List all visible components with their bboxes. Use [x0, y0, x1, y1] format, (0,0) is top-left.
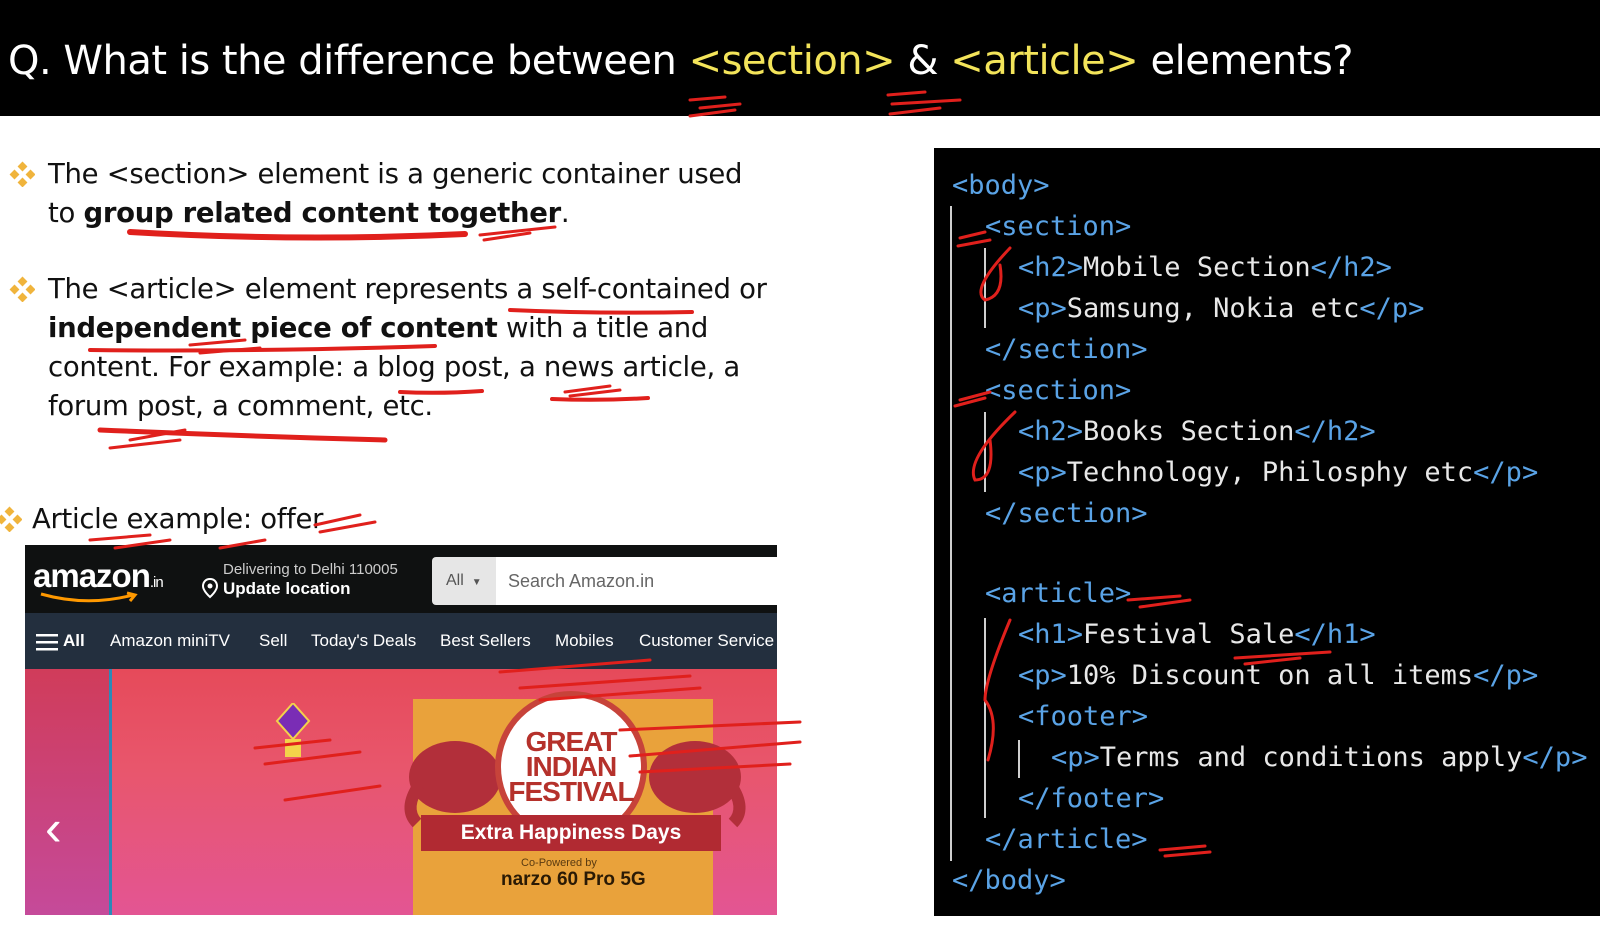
indent-guide: [984, 618, 986, 818]
bullet-section-prefix: to: [48, 197, 84, 229]
indent-guide: [950, 206, 952, 861]
code-line: <h2>Mobile Section</h2>: [1018, 252, 1392, 283]
update-location-link[interactable]: Update location: [223, 579, 351, 599]
indent-guide: [1018, 740, 1020, 778]
code-line: </section>: [985, 334, 1148, 365]
code-line: <p>Terms and conditions apply</p>: [1051, 742, 1588, 773]
code-line: <p>Samsung, Nokia etc</p>: [1018, 293, 1425, 324]
banner-prev-panel: [25, 669, 112, 915]
code-line: </section>: [985, 498, 1148, 529]
amazon-logo: amazon.in: [33, 557, 164, 595]
diamond-bullet-icon: [9, 161, 35, 187]
indent-guide: [984, 412, 986, 492]
bullet-section-line2: to group related content together.: [48, 194, 742, 233]
festival-title: GREAT INDIAN FESTIVAL: [508, 726, 634, 807]
code-line: </footer>: [1018, 783, 1165, 814]
code-line: <h1>Festival Sale</h1>: [1018, 619, 1376, 650]
slide-title: Q. What is the difference between <secti…: [8, 38, 1354, 84]
elephant-right-icon: [649, 741, 746, 828]
slide-header: Q. What is the difference between <secti…: [0, 0, 1600, 116]
search-category-value: All: [446, 572, 464, 589]
bullet-article: The <article> element represents a self-…: [48, 270, 767, 426]
code-line: <p>Technology, Philosphy etc</p>: [1018, 457, 1539, 488]
chevron-down-icon: ▼: [471, 577, 482, 588]
location-pin-icon: [201, 577, 219, 599]
search-category-select[interactable]: All ▼: [432, 557, 496, 605]
chevron-left-icon[interactable]: ‹: [45, 799, 62, 857]
bullet-article-line3: content. For example: a blog post, a new…: [48, 351, 740, 383]
code-line: <h2>Books Section</h2>: [1018, 416, 1376, 447]
code-line: </body>: [952, 865, 1066, 896]
elephant-left-icon: [404, 741, 501, 828]
search-input[interactable]: Search Amazon.in: [496, 557, 777, 605]
co-powered-label: Co-Powered by: [521, 857, 597, 869]
bullet-section-end: .: [560, 197, 570, 229]
nav-amazon-minitv[interactable]: Amazon miniTV: [110, 631, 230, 651]
annotation-mark: [313, 513, 377, 534]
code-line: <p>10% Discount on all items</p>: [1018, 660, 1539, 691]
nav-todays-deals[interactable]: Today's Deals: [311, 631, 416, 651]
bullet-article-line2-rest: with a title and: [497, 312, 709, 344]
bullet-article-line4: forum post, a comment, etc.: [48, 390, 433, 422]
code-line: <article>: [985, 578, 1132, 609]
amazon-nav: All Amazon miniTV Sell Today's Deals Bes…: [25, 613, 777, 669]
code-panel: <body> <section> <h2>Mobile Section</h2>…: [934, 148, 1600, 916]
nav-sell[interactable]: Sell: [259, 631, 287, 651]
annotation-mark: [108, 428, 187, 450]
code-line: </article>: [985, 824, 1148, 855]
code-line: <body>: [952, 170, 1050, 201]
bullet-section-line1: The <section> element is a generic conta…: [48, 158, 743, 190]
sponsor-label: narzo 60 Pro 5G: [501, 869, 646, 890]
nav-customer-service[interactable]: Customer Service: [639, 631, 774, 651]
nav-all[interactable]: All: [63, 631, 85, 651]
bullet-article-line1: The <article> element represents a self-…: [48, 273, 767, 305]
delivery-location-text: Delivering to Delhi 110005: [223, 561, 398, 578]
bullet-article-line2: independent piece of content with a titl…: [48, 309, 767, 348]
annotation-underline: [97, 427, 388, 443]
diamond-bullet-icon: [0, 506, 22, 532]
bullet-section-bold: group related content together: [83, 197, 561, 229]
bullet-article-bold: independent piece of content: [48, 312, 498, 344]
bullet-article-example: Article example: offer: [32, 503, 324, 535]
code-line: <section>: [985, 375, 1132, 406]
code-line: <footer>: [1018, 701, 1149, 732]
code-line: <section>: [985, 211, 1132, 242]
festival-banner[interactable]: ‹ GREAT INDIAN FESTIVAL Extra Happiness …: [25, 669, 777, 915]
amazon-screenshot: amazon.in Delivering to Delhi 110005 Upd…: [25, 545, 777, 915]
title-section-tag: <section>: [688, 38, 896, 84]
indent-guide: [984, 248, 986, 328]
amazon-logo-text: amazon: [33, 557, 151, 594]
amazon-header: amazon.in Delivering to Delhi 110005 Upd…: [25, 545, 777, 613]
festival-ribbon: Extra Happiness Days: [421, 815, 721, 851]
title-end: elements?: [1138, 38, 1354, 84]
title-text: Q. What is the difference between: [8, 38, 689, 84]
amazon-logo-suffix: .in: [149, 574, 164, 591]
lantern-icon: [275, 703, 311, 757]
nav-best-sellers[interactable]: Best Sellers: [440, 631, 531, 651]
amazon-smile-icon: [40, 591, 138, 603]
title-amp: &: [895, 38, 951, 84]
diamond-bullet-icon: [9, 276, 35, 302]
nav-mobiles[interactable]: Mobiles: [555, 631, 614, 651]
hamburger-menu-icon[interactable]: [36, 633, 58, 651]
bullet-section: The <section> element is a generic conta…: [48, 155, 743, 233]
title-article-tag: <article>: [950, 38, 1139, 84]
